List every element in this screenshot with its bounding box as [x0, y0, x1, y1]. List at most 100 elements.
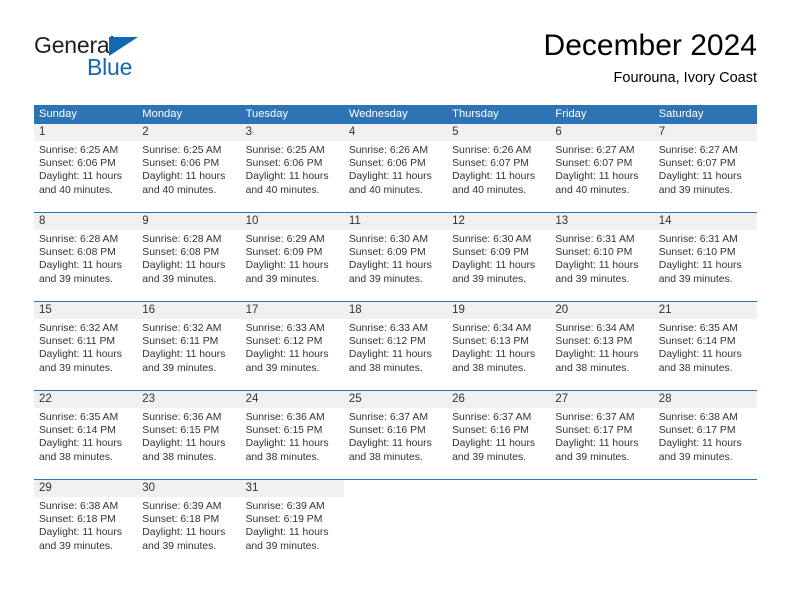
day-number: 15 [34, 302, 138, 319]
sunrise-text: Sunrise: 6:31 AM [555, 234, 635, 245]
sunset-text: Sunset: 6:18 PM [142, 514, 220, 526]
general-blue-logo[interactable]: General Blue [34, 32, 234, 88]
daylight-text-line2: and 40 minutes. [452, 184, 527, 196]
sunset-text: Sunset: 6:14 PM [39, 425, 116, 437]
sunrise-text: Sunrise: 6:33 AM [245, 323, 325, 334]
daylight-text-line1: Daylight: 11 hours [39, 527, 122, 539]
day-cell[interactable]: 13 Sunrise: 6:31 AM Sunset: 6:10 PM Dayl… [550, 213, 654, 301]
sunset-text: Sunset: 6:09 PM [452, 247, 529, 259]
day-cell[interactable]: 8 Sunrise: 6:28 AM Sunset: 6:08 PM Dayli… [34, 213, 138, 301]
day-cell[interactable]: 4 Sunrise: 6:26 AM Sunset: 6:06 PM Dayli… [343, 124, 448, 212]
day-number: 12 [447, 213, 551, 230]
calendar-grid: Sunday Monday Tuesday Wednesday Thursday… [34, 105, 757, 569]
day-details: Sunrise: 6:34 AM Sunset: 6:13 PM Dayligh… [550, 319, 653, 375]
sunset-text: Sunset: 6:09 PM [245, 247, 323, 259]
sunset-text: Sunset: 6:12 PM [348, 336, 426, 348]
day-number: 19 [447, 302, 551, 319]
day-cell[interactable]: 2 Sunrise: 6:25 AM Sunset: 6:06 PM Dayli… [137, 124, 241, 212]
day-cell[interactable]: 25 Sunrise: 6:37 AM Sunset: 6:16 PM Dayl… [343, 391, 448, 479]
day-cell[interactable]: 6 Sunrise: 6:27 AM Sunset: 6:07 PM Dayli… [550, 124, 654, 212]
day-number: 28 [653, 391, 757, 408]
day-details: Sunrise: 6:27 AM Sunset: 6:07 PM Dayligh… [654, 141, 757, 197]
day-cell[interactable]: 24 Sunrise: 6:36 AM Sunset: 6:15 PM Dayl… [240, 391, 344, 479]
day-cell[interactable]: 12 Sunrise: 6:30 AM Sunset: 6:09 PM Dayl… [447, 213, 551, 301]
day-cell[interactable]: 27 Sunrise: 6:37 AM Sunset: 6:17 PM Dayl… [550, 391, 654, 479]
daylight-text-line2: and 39 minutes. [245, 273, 320, 285]
day-cell[interactable]: 28 Sunrise: 6:38 AM Sunset: 6:17 PM Dayl… [653, 391, 757, 479]
day-cell[interactable]: 17 Sunrise: 6:33 AM Sunset: 6:12 PM Dayl… [240, 302, 344, 390]
daylight-text-line2: and 40 minutes. [555, 184, 630, 196]
sunrise-text: Sunrise: 6:38 AM [658, 412, 738, 423]
sunrise-text: Sunrise: 6:30 AM [452, 234, 532, 245]
day-number [550, 480, 653, 497]
daylight-text-line1: Daylight: 11 hours [245, 527, 329, 539]
sunset-text: Sunset: 6:13 PM [452, 336, 529, 348]
day-cell[interactable]: 21 Sunrise: 6:35 AM Sunset: 6:14 PM Dayl… [653, 302, 757, 390]
daylight-text-line2: and 39 minutes. [39, 362, 113, 374]
weekday-wednesday: Wednesday [348, 108, 408, 120]
daylight-text-line1: Daylight: 11 hours [245, 349, 329, 361]
sunset-text: Sunset: 6:12 PM [245, 336, 323, 348]
sunrise-text: Sunrise: 6:34 AM [452, 323, 532, 334]
daylight-text-line2: and 40 minutes. [245, 184, 320, 196]
day-cell[interactable]: 18 Sunrise: 6:33 AM Sunset: 6:12 PM Dayl… [343, 302, 448, 390]
day-details: Sunrise: 6:38 AM Sunset: 6:17 PM Dayligh… [654, 408, 757, 464]
sunset-text: Sunset: 6:07 PM [658, 158, 736, 170]
day-cell-empty [654, 480, 757, 569]
daylight-text-line1: Daylight: 11 hours [452, 171, 536, 183]
day-number [447, 480, 550, 497]
daylight-text-line1: Daylight: 11 hours [142, 438, 226, 450]
day-details: Sunrise: 6:37 AM Sunset: 6:17 PM Dayligh… [550, 408, 653, 464]
daylight-text-line2: and 38 minutes. [658, 362, 733, 374]
calendar-page: General Blue December 2024 Fourouna, Ivo… [0, 0, 792, 612]
day-details: Sunrise: 6:33 AM Sunset: 6:12 PM Dayligh… [241, 319, 344, 375]
day-cell[interactable]: 20 Sunrise: 6:34 AM Sunset: 6:13 PM Dayl… [550, 302, 654, 390]
sunrise-text: Sunrise: 6:35 AM [39, 412, 119, 423]
daylight-text-line1: Daylight: 11 hours [39, 438, 122, 450]
day-number: 7 [653, 124, 757, 141]
sunrise-text: Sunrise: 6:36 AM [142, 412, 222, 423]
sunset-text: Sunset: 6:18 PM [39, 514, 116, 526]
day-details: Sunrise: 6:39 AM Sunset: 6:19 PM Dayligh… [241, 497, 344, 553]
day-cell[interactable]: 10 Sunrise: 6:29 AM Sunset: 6:09 PM Dayl… [240, 213, 344, 301]
day-cell[interactable]: 9 Sunrise: 6:28 AM Sunset: 6:08 PM Dayli… [137, 213, 241, 301]
day-cell[interactable]: 5 Sunrise: 6:26 AM Sunset: 6:07 PM Dayli… [447, 124, 551, 212]
day-details: Sunrise: 6:26 AM Sunset: 6:06 PM Dayligh… [344, 141, 447, 197]
page-header: General Blue December 2024 Fourouna, Ivo… [34, 29, 757, 94]
day-details: Sunrise: 6:32 AM Sunset: 6:11 PM Dayligh… [137, 319, 240, 375]
day-cell[interactable]: 1 Sunrise: 6:25 AM Sunset: 6:06 PM Dayli… [34, 124, 138, 212]
day-cell[interactable]: 11 Sunrise: 6:30 AM Sunset: 6:09 PM Dayl… [343, 213, 448, 301]
day-cell[interactable]: 7 Sunrise: 6:27 AM Sunset: 6:07 PM Dayli… [653, 124, 757, 212]
day-cell[interactable]: 14 Sunrise: 6:31 AM Sunset: 6:10 PM Dayl… [653, 213, 757, 301]
day-cell[interactable]: 29 Sunrise: 6:38 AM Sunset: 6:18 PM Dayl… [34, 480, 138, 569]
day-cell[interactable]: 22 Sunrise: 6:35 AM Sunset: 6:14 PM Dayl… [34, 391, 138, 479]
daylight-text-line1: Daylight: 11 hours [658, 260, 742, 272]
week-row: 15 Sunrise: 6:32 AM Sunset: 6:11 PM Dayl… [34, 302, 757, 391]
day-number: 6 [550, 124, 654, 141]
day-details: Sunrise: 6:35 AM Sunset: 6:14 PM Dayligh… [654, 319, 757, 375]
day-details: Sunrise: 6:34 AM Sunset: 6:13 PM Dayligh… [447, 319, 550, 375]
day-number: 1 [34, 124, 138, 141]
day-number: 14 [653, 213, 757, 230]
daylight-text-line1: Daylight: 11 hours [142, 171, 226, 183]
daylight-text-line1: Daylight: 11 hours [142, 527, 226, 539]
day-cell[interactable]: 16 Sunrise: 6:32 AM Sunset: 6:11 PM Dayl… [137, 302, 241, 390]
day-cell[interactable]: 3 Sunrise: 6:25 AM Sunset: 6:06 PM Dayli… [240, 124, 344, 212]
daylight-text-line2: and 38 minutes. [142, 451, 217, 463]
day-cell[interactable]: 15 Sunrise: 6:32 AM Sunset: 6:11 PM Dayl… [34, 302, 138, 390]
sunrise-text: Sunrise: 6:32 AM [39, 323, 119, 334]
sunset-text: Sunset: 6:14 PM [658, 336, 736, 348]
day-cell[interactable]: 23 Sunrise: 6:36 AM Sunset: 6:15 PM Dayl… [137, 391, 241, 479]
day-details: Sunrise: 6:25 AM Sunset: 6:06 PM Dayligh… [137, 141, 240, 197]
daylight-text-line1: Daylight: 11 hours [452, 349, 536, 361]
day-number: 22 [34, 391, 138, 408]
day-cell[interactable]: 26 Sunrise: 6:37 AM Sunset: 6:16 PM Dayl… [447, 391, 551, 479]
sunset-text: Sunset: 6:15 PM [142, 425, 220, 437]
daylight-text-line1: Daylight: 11 hours [348, 260, 432, 272]
sunrise-text: Sunrise: 6:28 AM [39, 234, 119, 245]
day-cell[interactable]: 30 Sunrise: 6:39 AM Sunset: 6:18 PM Dayl… [137, 480, 241, 569]
sunset-text: Sunset: 6:17 PM [555, 425, 633, 437]
day-cell[interactable]: 31 Sunrise: 6:39 AM Sunset: 6:19 PM Dayl… [240, 480, 344, 569]
sunrise-text: Sunrise: 6:27 AM [555, 145, 635, 156]
day-cell[interactable]: 19 Sunrise: 6:34 AM Sunset: 6:13 PM Dayl… [447, 302, 551, 390]
